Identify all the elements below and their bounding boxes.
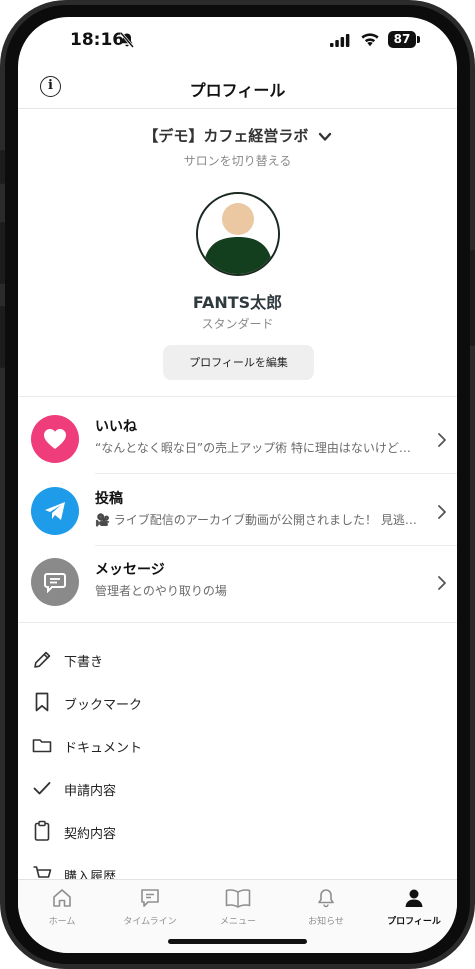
tab-profile[interactable]: プロフィール: [370, 886, 457, 936]
wifi-icon: [361, 33, 379, 47]
menu-item-drafts[interactable]: 下書き: [18, 642, 457, 678]
messages-icon-badge: [31, 558, 79, 606]
bell-slash-icon: [120, 32, 134, 48]
activity-title: いいね: [95, 419, 137, 435]
chevron-right-icon: [438, 576, 446, 590]
tab-label: プロフィール: [387, 917, 441, 927]
posts-icon-badge: [31, 487, 79, 535]
person-icon: [405, 889, 423, 907]
side-button: [0, 150, 5, 184]
book-icon: [225, 889, 251, 908]
menu-item-applications[interactable]: 申請内容: [18, 771, 457, 807]
tab-label: ホーム: [48, 917, 76, 927]
bookmark-icon: [35, 692, 49, 712]
home-icon: [53, 889, 71, 907]
activity-row-likes[interactable]: いいね “なんとなく暇な日”の売上アップ術 特に理由はないけど…: [18, 403, 457, 473]
likes-icon-badge: [31, 415, 79, 463]
tab-label: タイムライン: [123, 917, 177, 927]
volume-down-button: [0, 306, 5, 368]
menu-label: 下書き: [64, 655, 104, 670]
send-icon: [45, 502, 65, 520]
heart-icon: [44, 429, 66, 449]
message-icon: [44, 573, 66, 593]
screen: 18:16 87 i プロフィール 【デモ】カフェ経営ラボ サロンを切り替える …: [18, 17, 457, 953]
chevron-down-icon: [318, 132, 331, 141]
menu-item-bookmarks[interactable]: ブックマーク: [18, 685, 457, 721]
status-time: 18:16: [70, 30, 125, 50]
activity-row-posts[interactable]: 投稿 🎥 ライブ配信のアーカイブ動画が公開されました！ 見逃した方…: [18, 475, 457, 545]
home-indicator: [168, 939, 307, 944]
check-icon: [33, 782, 51, 795]
menu-label: 申請内容: [64, 784, 117, 799]
activity-subtitle: 🎥 ライブ配信のアーカイブ動画が公開されました！ 見逃した方…: [95, 513, 425, 527]
divider: [18, 396, 457, 397]
switch-salon-label[interactable]: サロンを切り替える: [18, 152, 457, 169]
menu-label: 契約内容: [64, 827, 117, 842]
status-bar: 18:16 87: [18, 17, 457, 67]
page-title: プロフィール: [189, 81, 286, 100]
chevron-right-icon: [438, 433, 446, 447]
activity-title: 投稿: [95, 491, 123, 507]
edit-profile-button[interactable]: プロフィールを編集: [163, 345, 314, 380]
activity-subtitle: 管理者とのやり取りの場: [95, 584, 227, 598]
timeline-icon: [141, 889, 159, 907]
user-name: FANTS太郎: [192, 293, 283, 312]
tab-label: メニュー: [219, 917, 256, 927]
menu-item-contracts[interactable]: 契約内容: [18, 814, 457, 850]
menu-label: ドキュメント: [64, 741, 143, 756]
page-header: i プロフィール: [18, 69, 457, 109]
tab-label: お知らせ: [308, 917, 344, 927]
tab-timeline[interactable]: タイムライン: [106, 886, 194, 936]
salon-name: 【デモ】カフェ経営ラボ: [143, 127, 309, 145]
plan-label: スタンダード: [201, 317, 274, 331]
divider: [95, 473, 457, 474]
chevron-right-icon: [438, 505, 446, 519]
tab-notifications[interactable]: お知らせ: [282, 886, 370, 936]
tab-menu[interactable]: メニュー: [194, 886, 282, 936]
avatar-illustration: [198, 194, 278, 274]
menu-label: ブックマーク: [64, 698, 143, 713]
signal-icon: [330, 34, 350, 47]
activity-title: メッセージ: [95, 562, 165, 578]
battery-indicator: 87: [388, 31, 420, 48]
power-button: [470, 250, 475, 346]
volume-up-button: [0, 222, 5, 284]
divider: [18, 622, 457, 623]
tab-home[interactable]: ホーム: [18, 886, 106, 936]
avatar: [196, 192, 280, 276]
pencil-icon: [34, 651, 51, 668]
salon-selector[interactable]: 【デモ】カフェ経営ラボ: [18, 125, 457, 146]
clipboard-icon: [34, 820, 50, 841]
folder-icon: [32, 739, 52, 753]
activity-subtitle: “なんとなく暇な日”の売上アップ術 特に理由はないけど…: [95, 441, 411, 455]
bell-icon: [318, 889, 334, 908]
menu-item-documents[interactable]: ドキュメント: [18, 728, 457, 764]
activity-row-messages[interactable]: メッセージ 管理者とのやり取りの場: [18, 546, 457, 616]
